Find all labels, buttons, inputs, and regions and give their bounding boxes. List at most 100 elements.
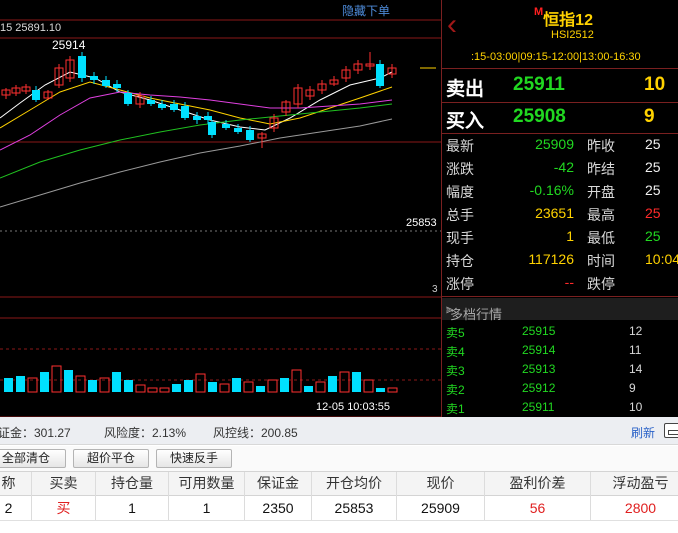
volume-bar [208, 382, 217, 392]
col-price-diff-cell: 56 [485, 496, 591, 520]
hide-order-link[interactable]: 隐藏下单 [342, 2, 390, 19]
action-buttons: 全部清仓 超价平仓 快速反手 [0, 446, 678, 471]
volume-bar [304, 386, 313, 392]
stat-label: 持仓 [446, 253, 474, 269]
col-float-pnl-header[interactable]: 浮动盈亏 [591, 472, 678, 496]
stat-value: 117126 [528, 251, 574, 267]
volume-bar [159, 387, 170, 393]
quote-panel: ‹ M恒指12 HSI2512 :15-03:00|09:15-12:00|13… [441, 0, 678, 417]
quote-stat-row: 幅度 -0.16% 开盘 25 [442, 180, 678, 203]
trading-sessions: :15-03:00|09:15-12:00|13:00-16:30 [471, 51, 641, 63]
stat-label: 幅度 [446, 184, 474, 200]
candle-body [158, 104, 166, 108]
kline-chart[interactable]: 15 25891.10 隐藏下单 25914 25853 3 12-05 10:… [0, 0, 441, 417]
margin-text: 保证金：301.27 [0, 426, 71, 440]
volume-bar [195, 373, 206, 393]
col-current-cell: 25909 [397, 496, 485, 520]
candle-body [234, 128, 242, 132]
depth-row[interactable]: 卖1 25911 10 [442, 398, 678, 417]
stat-value: 1 [566, 228, 574, 244]
stat-label: 跌停 [587, 276, 615, 292]
ma-readout: 15 25891.10 [0, 22, 62, 34]
volume-bar [232, 378, 241, 392]
col-open-avg-cell: 25853 [312, 496, 397, 520]
candle-body [32, 90, 40, 100]
candle-body [90, 76, 98, 80]
volume-bar [315, 381, 326, 393]
divider [442, 102, 678, 103]
candle-body [78, 56, 86, 78]
contract-name: 恒指12 [543, 12, 593, 29]
stat-label: 最高 [587, 207, 615, 223]
depth-level: 卖4 [446, 345, 465, 359]
volume-bar [51, 365, 62, 393]
volume-bar [4, 378, 13, 392]
volume-bar [328, 376, 337, 392]
volume-bar [256, 386, 265, 392]
candle-body [170, 104, 178, 110]
candle-body [204, 116, 212, 120]
candle-body [376, 64, 384, 86]
col-available-header[interactable]: 可用数量 [169, 472, 245, 496]
col-side-header[interactable]: 买卖 [32, 472, 96, 496]
volume-bar [339, 371, 350, 393]
stat-value: 10:04 [645, 251, 678, 267]
col-margin-header[interactable]: 保证金 [245, 472, 312, 496]
contract-code: HSI2512 [551, 29, 594, 41]
candle-body [113, 84, 121, 88]
quote-stat-row: 最新 25909 昨收 25 [442, 134, 678, 157]
trade-panel: 保证金：301.27 风险度：2.13% 风控线：200.85 刷新 全部清仓 … [0, 417, 678, 533]
col-open-avg-header[interactable]: 开仓均价 [312, 472, 397, 496]
depth-row[interactable]: 卖3 25913 14 [442, 360, 678, 379]
candle-body [222, 124, 230, 128]
col-current-header[interactable]: 现价 [397, 472, 485, 496]
quote-stat-row: 持仓 117126 时间 10:04 [442, 249, 678, 272]
volume-bar [219, 383, 230, 393]
volume-bar [75, 375, 86, 393]
stat-label: 涨跌 [446, 161, 474, 177]
depth-header[interactable]: 多档行情 ⫸ [442, 298, 678, 322]
quote-stat-row: 涨跌 -42 昨结 25 [442, 157, 678, 180]
refresh-link[interactable]: 刷新 [631, 424, 655, 441]
bid-label: 买入 [446, 111, 485, 132]
volume-bar [124, 380, 133, 392]
volume-bar [291, 369, 302, 393]
bid-row[interactable]: 买入 25908 9 [444, 104, 678, 132]
chevron-left-icon[interactable]: ‹ [447, 10, 457, 40]
candle-body [102, 80, 110, 86]
stat-label: 昨收 [587, 138, 615, 154]
depth-qty: 12 [629, 324, 643, 338]
depth-row[interactable]: 卖4 25914 11 [442, 341, 678, 360]
divider [442, 68, 678, 69]
stat-label: 时间 [587, 253, 615, 269]
reference-price-label: 25853 [406, 217, 437, 229]
stat-value: 23651 [535, 205, 574, 221]
volume-bar [40, 372, 49, 392]
volume-bar [376, 388, 385, 392]
volume-bar [243, 381, 254, 393]
print-icon[interactable] [664, 423, 678, 438]
chart-canvas[interactable] [0, 0, 441, 417]
stat-label: 昨结 [587, 161, 615, 177]
candle-body [147, 100, 155, 104]
depth-level: 卖3 [446, 364, 465, 378]
depth-row[interactable]: 卖2 25912 9 [442, 379, 678, 398]
col-name-header[interactable]: 称 [0, 472, 32, 496]
depth-level: 卖1 [446, 402, 465, 416]
quick-reverse-button[interactable]: 快速反手 [156, 449, 232, 468]
volume-bar [112, 372, 121, 392]
chart-timestamp: 12-05 10:03:55 [316, 401, 391, 413]
col-position-header[interactable]: 持仓量 [96, 472, 169, 496]
volume-axis-label: 3 [432, 284, 438, 295]
super-price-close-button[interactable]: 超价平仓 [73, 449, 149, 468]
volume-bar [135, 384, 146, 393]
volume-bar [64, 370, 73, 392]
col-price-diff-header[interactable]: 盈利价差 [485, 472, 591, 496]
depth-price: 25913 [522, 362, 556, 376]
stat-value: 25 [645, 205, 661, 221]
ask-row[interactable]: 卖出 25911 10 [444, 72, 678, 100]
close-all-button[interactable]: 全部清仓 [0, 449, 66, 468]
col-side-cell: 买 [32, 496, 96, 520]
table-row[interactable]: 2 买 1 1 2350 25853 25909 56 2800 [0, 496, 678, 521]
depth-row[interactable]: 卖5 25915 12 [442, 322, 678, 341]
